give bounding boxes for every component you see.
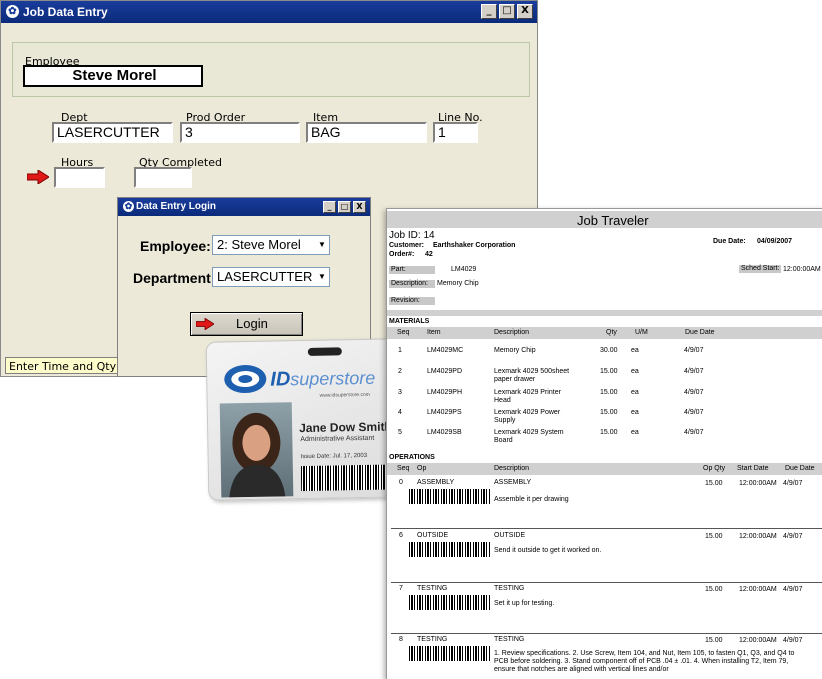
op-col-seq: Seq — [397, 465, 410, 472]
due-date-value: 04/09/2007 — [757, 238, 793, 245]
issue-date: Issue Date: Jul. 17, 2003 — [300, 452, 368, 461]
customer-value: Earthshaker Corporation — [433, 242, 516, 249]
login-button[interactable]: Login — [190, 312, 303, 336]
red-pointer-arrow-icon — [196, 318, 214, 330]
line-no-field[interactable]: 1 — [433, 122, 478, 143]
login-app-icon: ✿ — [123, 201, 134, 212]
login-employee-value: 2: Steve Morel — [217, 237, 301, 252]
maximize-button[interactable]: □ — [499, 4, 515, 19]
employee-photo — [219, 402, 294, 498]
login-button-label: Login — [236, 316, 268, 331]
id-badge-card: IDsuperstore www.idsuperstore.com Jane D… — [205, 338, 407, 501]
operation-barcode — [409, 542, 491, 557]
order-value: 42 — [425, 251, 433, 258]
dept-field[interactable]: LASERCUTTER — [52, 122, 173, 143]
mat-col-description: Description — [494, 329, 530, 336]
id-brand-logo-text: IDsuperstore — [270, 367, 376, 391]
hours-input[interactable] — [54, 167, 105, 188]
login-department-value: LASERCUTTER — [217, 269, 313, 284]
job-traveler-report: Job Traveler Job ID: 14 Due Date: 04/09/… — [386, 208, 822, 679]
materials-header-band — [387, 327, 822, 339]
due-date-label: Due Date: — [713, 238, 746, 245]
cardholder-role: Administrative Assistant — [300, 434, 375, 444]
op-col-due-date: Due Date — [785, 465, 815, 472]
sched-start-value: 12:00:00AM — [783, 266, 821, 273]
cardholder-name: Jane Dow Smith — [299, 419, 392, 436]
op-col-op-qty: Op Qty — [703, 465, 726, 472]
separator-band — [387, 310, 822, 316]
op-col-op: Op — [417, 465, 427, 472]
materials-heading: MATERIALS — [389, 318, 430, 325]
description-label: Description: — [389, 280, 435, 288]
item-field[interactable]: BAG — [306, 122, 427, 143]
op-col-description: Description — [494, 465, 530, 472]
description-value: Memory Chip — [437, 280, 479, 287]
sched-start-label: Sched Start: — [739, 265, 781, 273]
login-dialog-title: Data Entry Login — [136, 201, 217, 212]
mat-col-seq: Seq — [397, 329, 410, 336]
badge-slot — [307, 347, 342, 356]
operation-barcode — [409, 646, 491, 661]
main-window-title: Job Data Entry — [23, 5, 108, 19]
login-employee-label: Employee: — [140, 238, 211, 254]
mat-col-qty: Qty — [606, 329, 617, 336]
minimize-button[interactable]: _ — [481, 4, 497, 19]
chevron-down-icon[interactable]: ▼ — [315, 268, 329, 286]
login-employee-select[interactable]: 2: Steve Morel ▼ — [212, 235, 330, 255]
mat-col-item: Item — [427, 329, 441, 336]
status-bar: Enter Time and Qty — [5, 357, 119, 374]
qty-completed-input[interactable] — [134, 167, 192, 188]
chevron-down-icon[interactable]: ▼ — [315, 236, 329, 254]
employee-name-display: Steve Morel — [23, 65, 203, 87]
operation-divider — [391, 633, 822, 634]
operation-barcode — [409, 595, 491, 610]
login-department-label: Department: — [133, 270, 216, 286]
red-pointer-arrow-icon — [27, 170, 49, 184]
customer-label: Customer: — [389, 242, 425, 249]
id-website: www.idsuperstore.com — [319, 391, 370, 399]
mat-col-um: U/M — [635, 329, 648, 336]
login-maximize-button[interactable]: □ — [338, 201, 351, 213]
traveler-title: Job Traveler — [577, 213, 649, 228]
prod-order-field[interactable]: 3 — [180, 122, 300, 143]
login-minimize-button[interactable]: _ — [323, 201, 336, 213]
op-col-start-date: Start Date — [737, 465, 769, 472]
order-label: Order#: — [389, 251, 415, 258]
idsuperstore-logo-icon — [224, 365, 267, 394]
app-icon: ✿ — [6, 5, 19, 18]
operation-barcode — [409, 489, 491, 504]
part-label: Part: — [389, 266, 435, 274]
login-department-select[interactable]: LASERCUTTER ▼ — [212, 267, 330, 287]
revision-label: Revision: — [389, 297, 435, 305]
operation-divider — [391, 582, 822, 583]
main-title-bar[interactable]: ✿ Job Data Entry _ □ X — [1, 1, 537, 23]
login-title-bar[interactable]: ✿ Data Entry Login _ □ X — [118, 198, 370, 216]
operation-divider — [391, 528, 822, 529]
close-button[interactable]: X — [517, 4, 533, 19]
part-value: LM4029 — [451, 266, 477, 273]
mat-col-due-date: Due Date — [685, 329, 715, 336]
operations-heading: OPERATIONS — [389, 454, 435, 461]
job-id: Job ID: 14 — [389, 230, 435, 241]
login-close-button[interactable]: X — [353, 201, 366, 213]
